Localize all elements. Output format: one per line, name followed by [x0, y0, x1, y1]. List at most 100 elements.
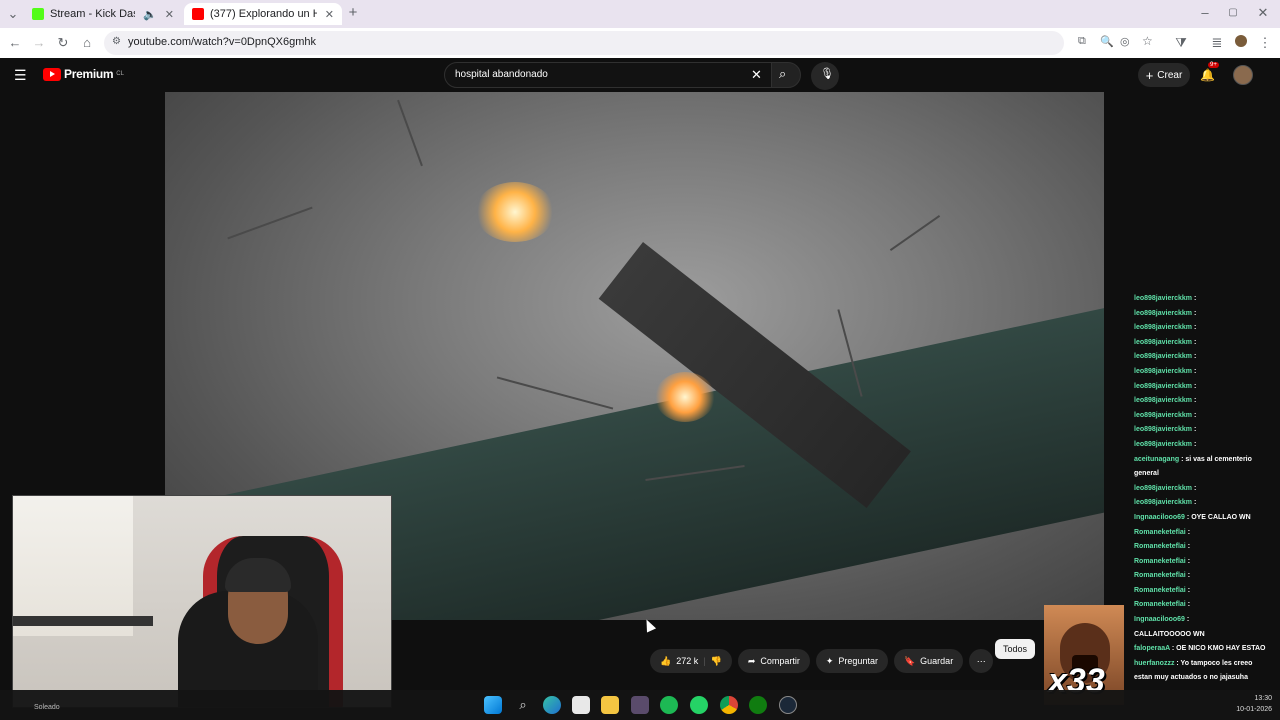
- filter-chip-all[interactable]: Todos: [995, 639, 1036, 659]
- chat-username: leo898javierckkm: [1134, 309, 1192, 317]
- search-input[interactable]: hospital abandonado ✕: [444, 62, 772, 88]
- chat-text: :: [1192, 353, 1197, 361]
- chat-message: Romaneketeflai :: [1134, 540, 1270, 555]
- search-icon[interactable]: ⌕: [514, 696, 532, 714]
- windows-start-icon[interactable]: [484, 696, 502, 714]
- youtube-logo[interactable]: Premium CL: [43, 67, 124, 81]
- more-horizontal-icon: ⋯: [976, 655, 986, 666]
- system-clock[interactable]: 13:30 10-01-2026: [1236, 693, 1272, 715]
- microphone-icon: 🎙: [820, 68, 834, 80]
- ask-button[interactable]: ✦ Preguntar: [815, 649, 888, 673]
- clock-date: 10-01-2026: [1236, 706, 1272, 713]
- chrome-icon[interactable]: [720, 696, 738, 714]
- tab-youtube[interactable]: (377) Explorando un Hospital A ✕: [184, 3, 342, 25]
- chat-message: aceitunagang : si vas al cementerio gene…: [1134, 453, 1270, 482]
- logo-text: Premium: [64, 67, 114, 81]
- share-button[interactable]: ➦ Compartir: [737, 649, 810, 673]
- chat-text: : OYE CALLAO WN: [1184, 513, 1251, 521]
- edge-icon[interactable]: [543, 696, 561, 714]
- whatsapp-icon[interactable]: [690, 696, 708, 714]
- chat-username: Ingnaacilooo69: [1134, 616, 1185, 624]
- chat-text: :: [1192, 397, 1197, 405]
- chat-text: :: [1185, 557, 1191, 565]
- close-window-icon[interactable]: ✕: [1254, 4, 1272, 22]
- chat-username: Romaneketeflai: [1134, 601, 1186, 609]
- spotify-icon[interactable]: [660, 696, 678, 714]
- flame-glow: [655, 372, 715, 422]
- account-avatar[interactable]: [1233, 65, 1253, 85]
- chat-message: leo898javierckkm :: [1134, 336, 1270, 351]
- chat-username: Romaneketeflai: [1134, 528, 1186, 536]
- reading-list-icon[interactable]: ≣: [1208, 34, 1226, 52]
- tab-list-chevron-icon[interactable]: ⌄: [4, 5, 22, 23]
- chat-message: Romaneketeflai :: [1134, 598, 1270, 613]
- chat-text: :: [1185, 601, 1191, 609]
- create-button[interactable]: + Crear: [1138, 63, 1190, 87]
- back-icon[interactable]: ←: [6, 34, 24, 52]
- chat-username: Romaneketeflai: [1134, 557, 1186, 565]
- thumbs-up-icon: 👍: [660, 655, 672, 666]
- reload-icon[interactable]: ↻: [54, 34, 72, 52]
- tab-title: Stream - Kick Dashboard: [50, 8, 135, 20]
- chat-text: :: [1192, 338, 1197, 346]
- speaker-icon[interactable]: 🔈: [143, 8, 157, 21]
- new-tab-icon[interactable]: +: [344, 4, 362, 22]
- share-icon: ➦: [747, 655, 756, 666]
- zoom-icon[interactable]: 🔍: [1100, 35, 1114, 48]
- notifications-button[interactable]: 🔔 9+: [1200, 62, 1219, 84]
- sparkle-icon: ✦: [825, 655, 834, 666]
- stream-chat-overlay: leo898javierckkm : leo898javierckkm : leo8…: [1134, 292, 1270, 720]
- install-icon[interactable]: ⧉: [1078, 35, 1086, 48]
- chat-text: :: [1192, 499, 1197, 507]
- chat-text: :: [1185, 572, 1191, 580]
- more-actions-button[interactable]: ⋯: [969, 649, 994, 673]
- browser-tab-bar: ⌄ Stream - Kick Dashboard 🔈 ✕ (377) Expl…: [0, 0, 1280, 28]
- chat-message: leo898javierckkm :: [1134, 380, 1270, 395]
- hamburger-menu-icon[interactable]: ☰: [14, 67, 27, 84]
- maximize-icon[interactable]: ▢: [1224, 4, 1242, 22]
- thumbs-down-icon[interactable]: 👎: [711, 656, 722, 667]
- browser-toolbar: ← → ↻ ⌂ ⚙ youtube.com/watch?v=0DpnQX6gmh…: [0, 28, 1280, 58]
- extensions-icon[interactable]: ⧩: [1172, 34, 1190, 52]
- close-tab-icon[interactable]: ✕: [165, 8, 174, 21]
- youtube-header: ☰ Premium CL hospital abandonado ✕ ⌕ 🎙 +…: [0, 58, 1280, 92]
- chat-message: leo898javierckkm :: [1134, 496, 1270, 511]
- like-button[interactable]: 👍 272 k | 👎: [650, 649, 732, 673]
- chat-username: Ingnaacilooo69: [1134, 513, 1185, 521]
- file-explorer-icon[interactable]: [601, 696, 619, 714]
- youtube-favicon-icon: [192, 8, 204, 20]
- address-bar[interactable]: ⚙ youtube.com/watch?v=0DpnQX6gmhk ⧉ 🔍 ◎ …: [104, 31, 1153, 55]
- steam-icon[interactable]: [779, 696, 797, 714]
- chat-username: faloperaaA: [1134, 645, 1170, 653]
- close-tab-icon[interactable]: ✕: [325, 8, 334, 21]
- logo-country: CL: [116, 71, 124, 77]
- chat-message: Ingnaacilooo69 :: [1134, 613, 1270, 628]
- store-icon[interactable]: [572, 696, 590, 714]
- clear-search-icon[interactable]: ✕: [751, 67, 762, 83]
- home-icon[interactable]: ⌂: [78, 34, 96, 52]
- search-button[interactable]: ⌕: [771, 62, 801, 88]
- window-light: [13, 496, 133, 636]
- chat-text: : OE NICO KMO HAY ESTAO: [1169, 645, 1266, 653]
- save-button[interactable]: 🔖 Guardar: [893, 649, 964, 673]
- browser-menu-icon[interactable]: ⋮: [1256, 34, 1274, 52]
- chat-text: :: [1192, 484, 1197, 492]
- chat-message: Romaneketeflai :: [1134, 526, 1270, 541]
- ask-label: Preguntar: [838, 656, 878, 666]
- chat-text: :: [1185, 543, 1191, 551]
- voice-search-button[interactable]: 🎙: [811, 62, 839, 90]
- minimize-icon[interactable]: –: [1196, 4, 1214, 22]
- tab-kick-dashboard[interactable]: Stream - Kick Dashboard 🔈 ✕: [24, 3, 182, 25]
- chat-username: leo898javierckkm: [1134, 411, 1192, 419]
- forward-icon[interactable]: →: [30, 34, 48, 52]
- site-info-icon[interactable]: ⚙: [112, 36, 121, 47]
- app-icon[interactable]: [631, 696, 649, 714]
- chat-message: faloperaaA : OE NICO KMO HAY ESTAO: [1134, 642, 1270, 657]
- chat-message: Romaneketeflai :: [1134, 584, 1270, 599]
- profile-avatar-icon[interactable]: [1232, 34, 1250, 52]
- bookmark-star-icon[interactable]: ☆: [1142, 34, 1153, 48]
- eye-off-icon[interactable]: ◎: [1120, 35, 1130, 48]
- chat-text: :: [1192, 426, 1197, 434]
- chat-username: leo898javierckkm: [1134, 426, 1192, 434]
- xbox-icon[interactable]: [749, 696, 767, 714]
